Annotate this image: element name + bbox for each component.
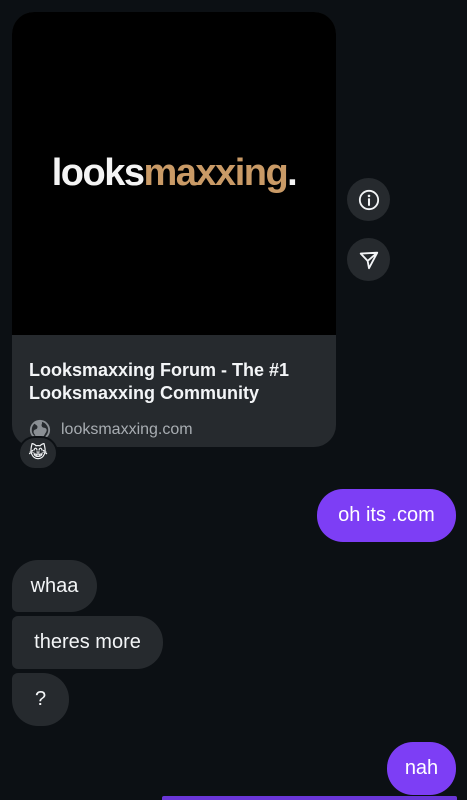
send-icon	[359, 251, 378, 269]
site-logo: looksmaxxing.	[51, 152, 298, 194]
info-icon	[358, 189, 379, 210]
link-preview-card[interactable]: looksmaxxing. Looksmaxxing Forum - The #…	[12, 12, 336, 447]
share-button[interactable]	[347, 238, 390, 281]
message-bubble-incoming[interactable]: theres more	[12, 616, 163, 669]
message-bubble-incoming[interactable]: ?	[12, 673, 69, 726]
next-message-bubble-partial	[162, 796, 457, 800]
link-preview-image: looksmaxxing.	[12, 12, 336, 335]
emoji-reaction[interactable]: 😹	[18, 436, 58, 470]
info-button[interactable]	[347, 178, 390, 221]
message-bubble-incoming[interactable]: whaa	[12, 560, 97, 612]
message-bubble-outgoing[interactable]: nah	[387, 742, 456, 795]
message-bubble-outgoing[interactable]: oh its .com	[317, 489, 456, 542]
link-domain: looksmaxxing.com	[61, 421, 193, 438]
link-title: Looksmaxxing Forum - The #1 Looksmaxxing…	[29, 360, 290, 403]
